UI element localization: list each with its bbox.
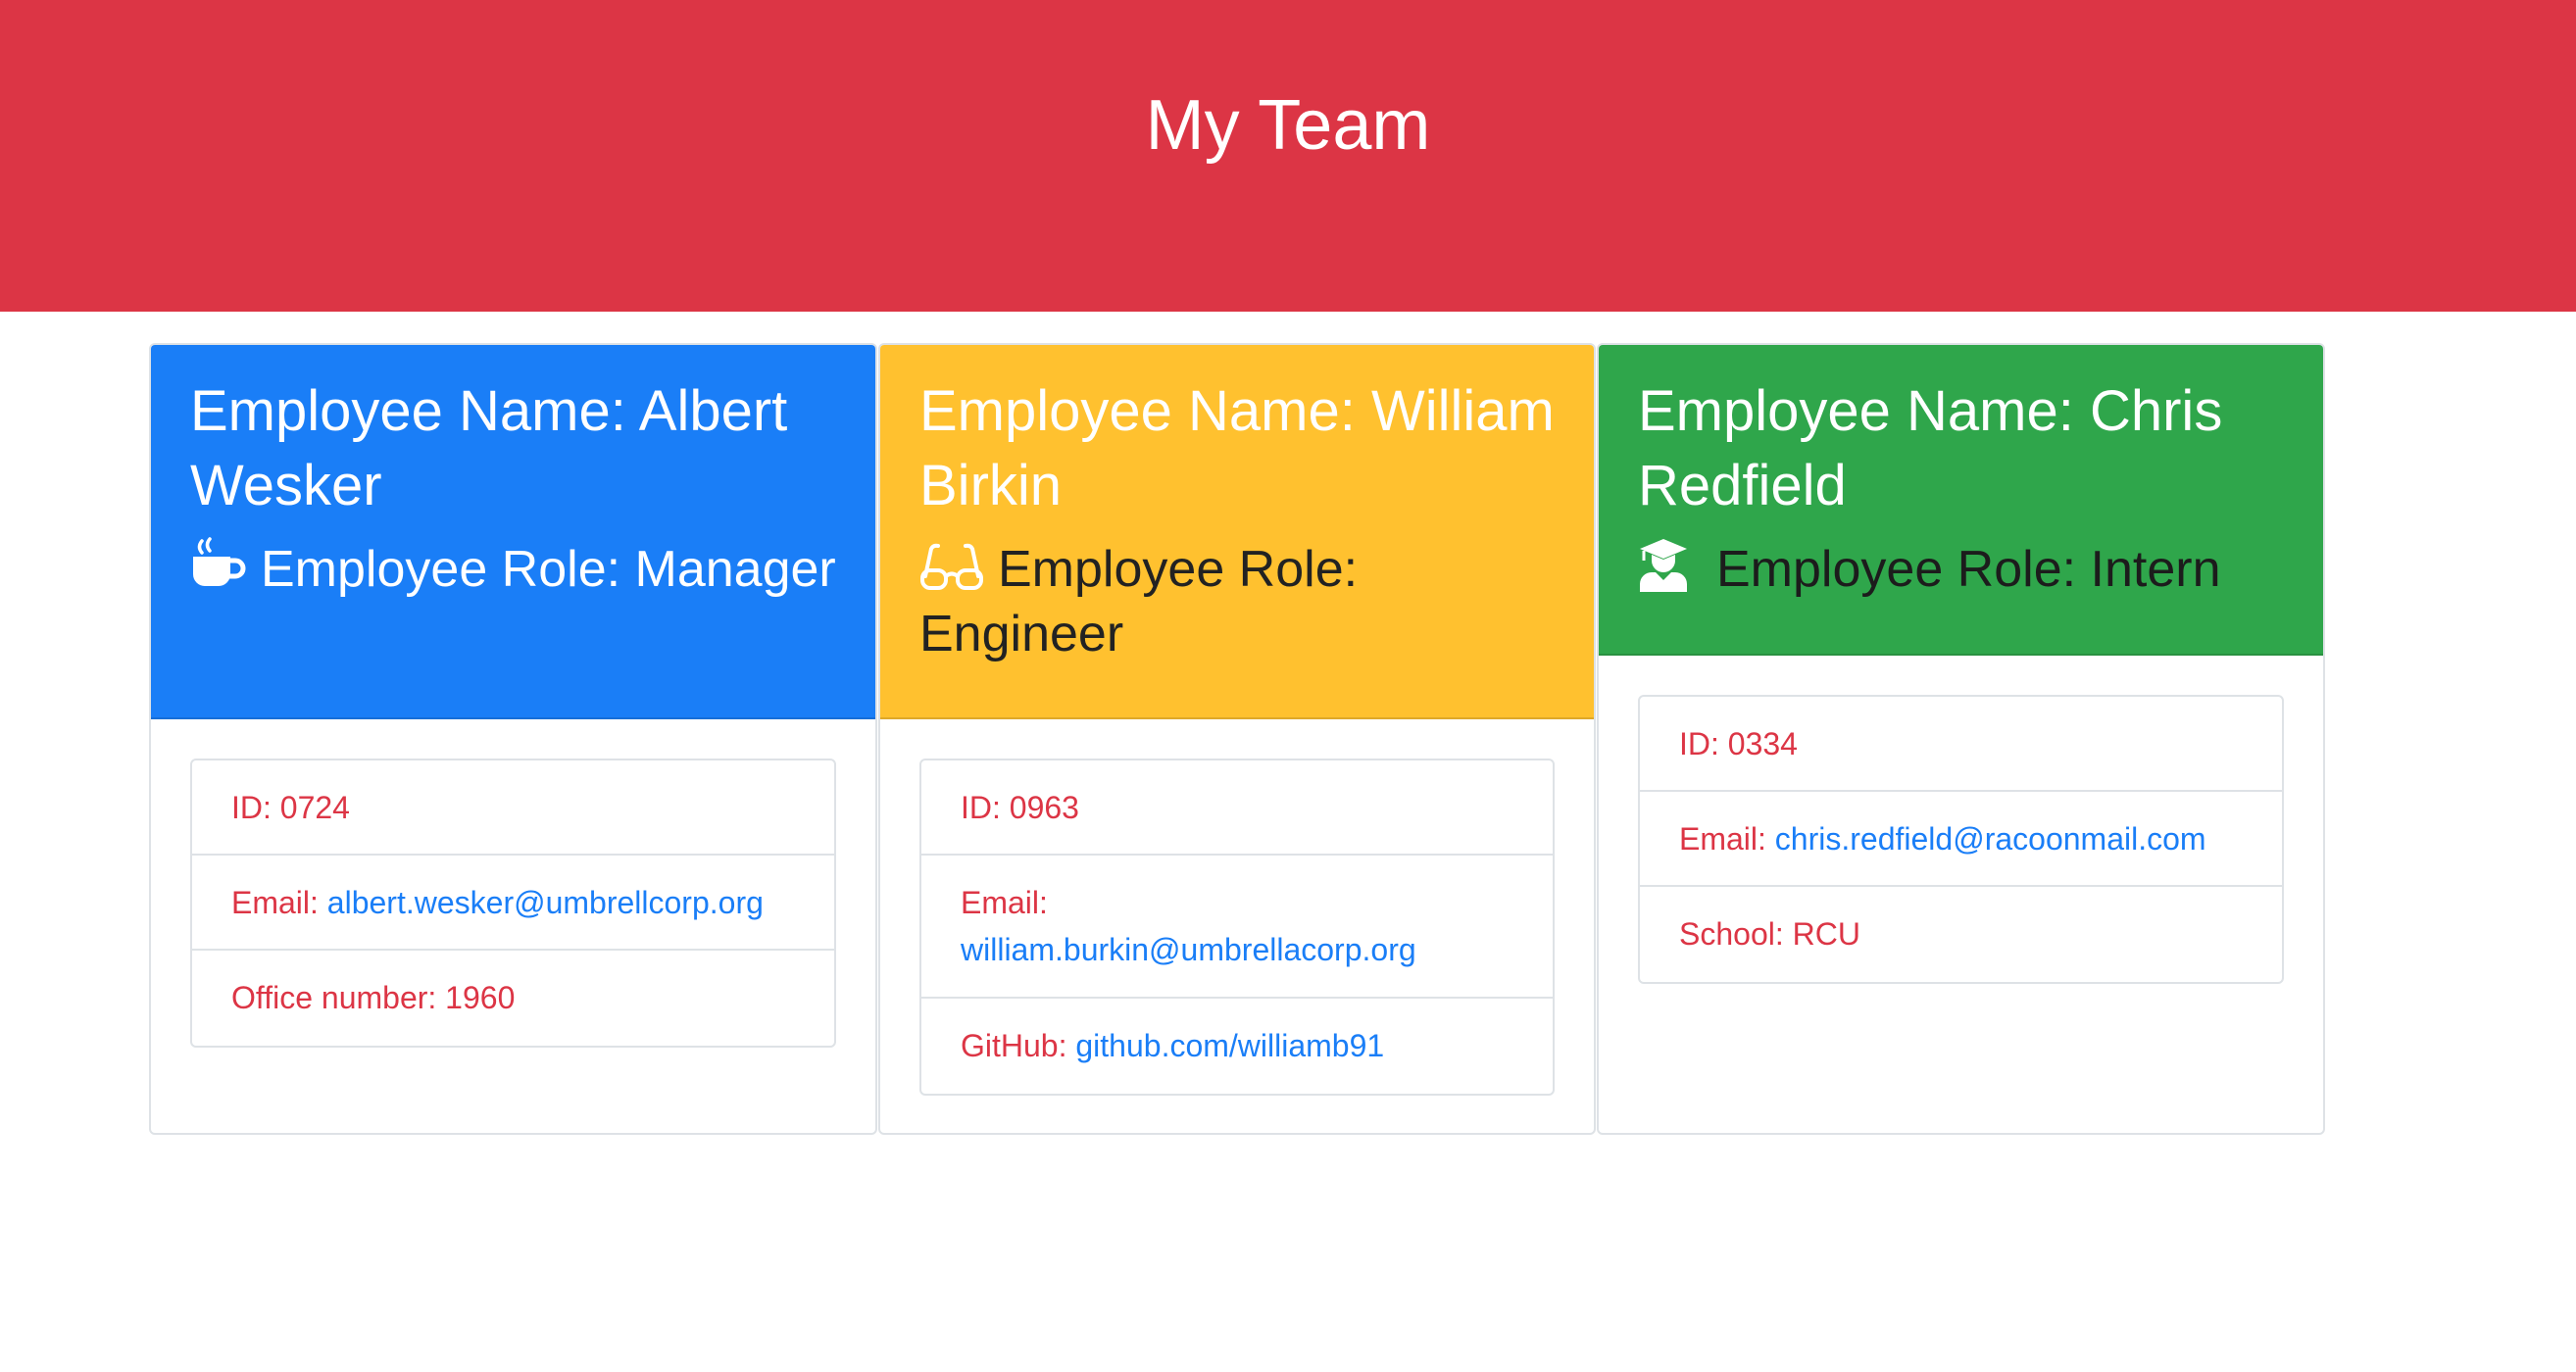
employee-info-list: ID: 0724 Email: albert.wesker@umbrellcor… xyxy=(190,759,836,1048)
github-label: GitHub: xyxy=(961,1028,1067,1063)
card-header: Employee Name: Albert Wesker Employee Ro… xyxy=(151,345,875,719)
school-row: School: RCU xyxy=(1679,916,1860,952)
employee-card-engineer: Employee Name: William Birkin Employee R… xyxy=(878,343,1596,1135)
email-label: Email: xyxy=(961,885,1048,920)
office-number: Office number: 1960 xyxy=(231,980,516,1015)
employee-name: Employee Name: Chris Redfield xyxy=(1638,379,2223,517)
employee-role: Employee Role: Engineer xyxy=(919,541,1359,662)
card-header: Employee Name: Chris Redfield Employee R… xyxy=(1599,345,2323,656)
coffee-icon xyxy=(190,537,247,592)
page-title: My Team xyxy=(1145,86,1431,165)
employee-info-list: ID: 0963 Email: william.burkin@umbrellac… xyxy=(919,759,1555,1096)
employee-name: Employee Name: Albert Wesker xyxy=(190,379,788,517)
employee-email-row: Email: chris.redfield@racoonmail.com xyxy=(1640,792,2282,887)
email-link[interactable]: william.burkin@umbrellacorp.org xyxy=(961,932,1416,967)
employee-name: Employee Name: William Birkin xyxy=(919,379,1555,517)
employee-info-list: ID: 0334 Email: chris.redfield@racoonmai… xyxy=(1638,695,2284,984)
email-label: Email: xyxy=(1679,821,1766,857)
employee-role: Employee Role: Intern xyxy=(1638,537,2284,602)
employee-email-row: Email: william.burkin@umbrellacorp.org xyxy=(921,856,1553,999)
github-row: GitHub: github.com/williamb91 xyxy=(921,999,1553,1094)
header-banner: My Team xyxy=(0,0,2576,312)
employee-card-manager: Employee Name: Albert Wesker Employee Ro… xyxy=(149,343,877,1135)
employee-id: ID: 0334 xyxy=(1640,697,2282,792)
graduate-icon xyxy=(1638,537,1689,592)
github-link[interactable]: github.com/williamb91 xyxy=(1075,1028,1384,1063)
email-link[interactable]: chris.redfield@racoonmail.com xyxy=(1775,821,2206,857)
glasses-icon xyxy=(919,543,984,592)
email-link[interactable]: albert.wesker@umbrellcorp.org xyxy=(327,885,764,920)
employee-role: Employee Role: Manager xyxy=(190,537,836,602)
employee-id: ID: 0724 xyxy=(192,760,834,856)
employee-email-row: Email: albert.wesker@umbrellcorp.org xyxy=(192,856,834,951)
card-header: Employee Name: William Birkin Employee R… xyxy=(880,345,1594,719)
employee-card-intern: Employee Name: Chris Redfield Employee R… xyxy=(1597,343,2325,1135)
employee-id: ID: 0963 xyxy=(921,760,1553,856)
email-label: Email: xyxy=(231,885,319,920)
